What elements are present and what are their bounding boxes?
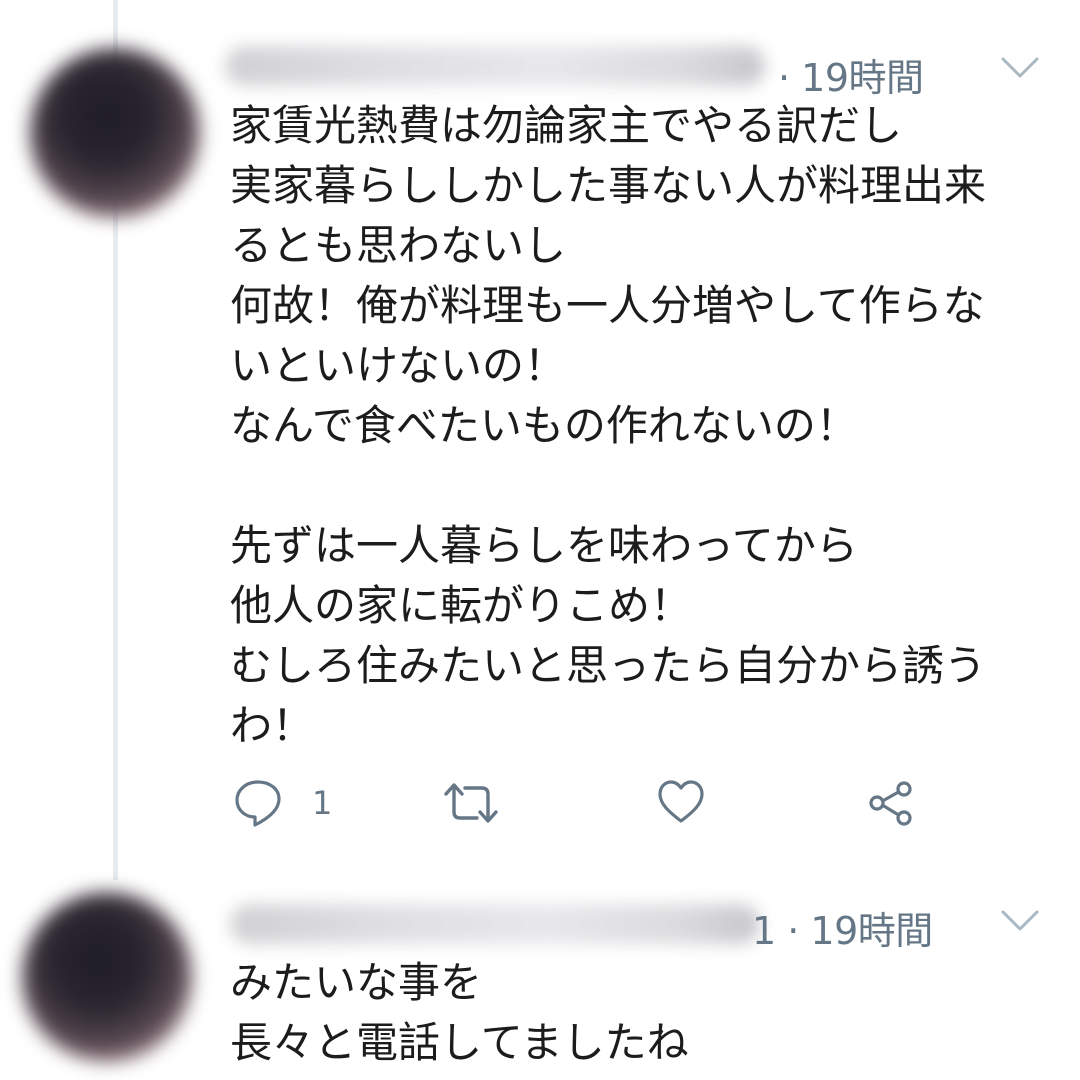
retweet-icon	[444, 783, 498, 823]
share-button[interactable]	[866, 778, 916, 828]
reply-count: 1	[312, 784, 333, 822]
reply-icon	[235, 780, 281, 827]
share-icon	[869, 781, 912, 826]
retweet-button[interactable]	[443, 778, 499, 828]
author-name-redacted[interactable]	[230, 904, 760, 944]
tweet[interactable]: · 19時間 家賃光熱費は勿論家主でやる訳だし 実家暮らししかした事ない人が料理…	[0, 0, 1080, 880]
tweet-timestamp[interactable]: 1 · 19時間	[752, 900, 933, 955]
tweet-timestamp[interactable]: · 19時間	[778, 47, 924, 102]
tweet-actions: 1	[0, 768, 1080, 838]
chevron-down-icon[interactable]	[1000, 55, 1040, 81]
avatar[interactable]	[22, 892, 192, 1062]
tweet[interactable]: 1 · 19時間 みたいな事を 長々と電話してましたね	[0, 880, 1080, 1080]
tweet-text: みたいな事を 長々と電話してましたね	[230, 958, 689, 1067]
reply-button[interactable]: 1	[234, 778, 332, 828]
avatar[interactable]	[30, 48, 200, 218]
like-button[interactable]	[656, 778, 706, 826]
author-name-redacted[interactable]	[225, 46, 765, 86]
tweet-text: 家賃光熱費は勿論家主でやる訳だし 実家暮らししかした事ない人が料理出来 るとも思…	[230, 101, 987, 750]
like-icon	[658, 780, 704, 823]
chevron-down-icon[interactable]	[1000, 908, 1040, 934]
